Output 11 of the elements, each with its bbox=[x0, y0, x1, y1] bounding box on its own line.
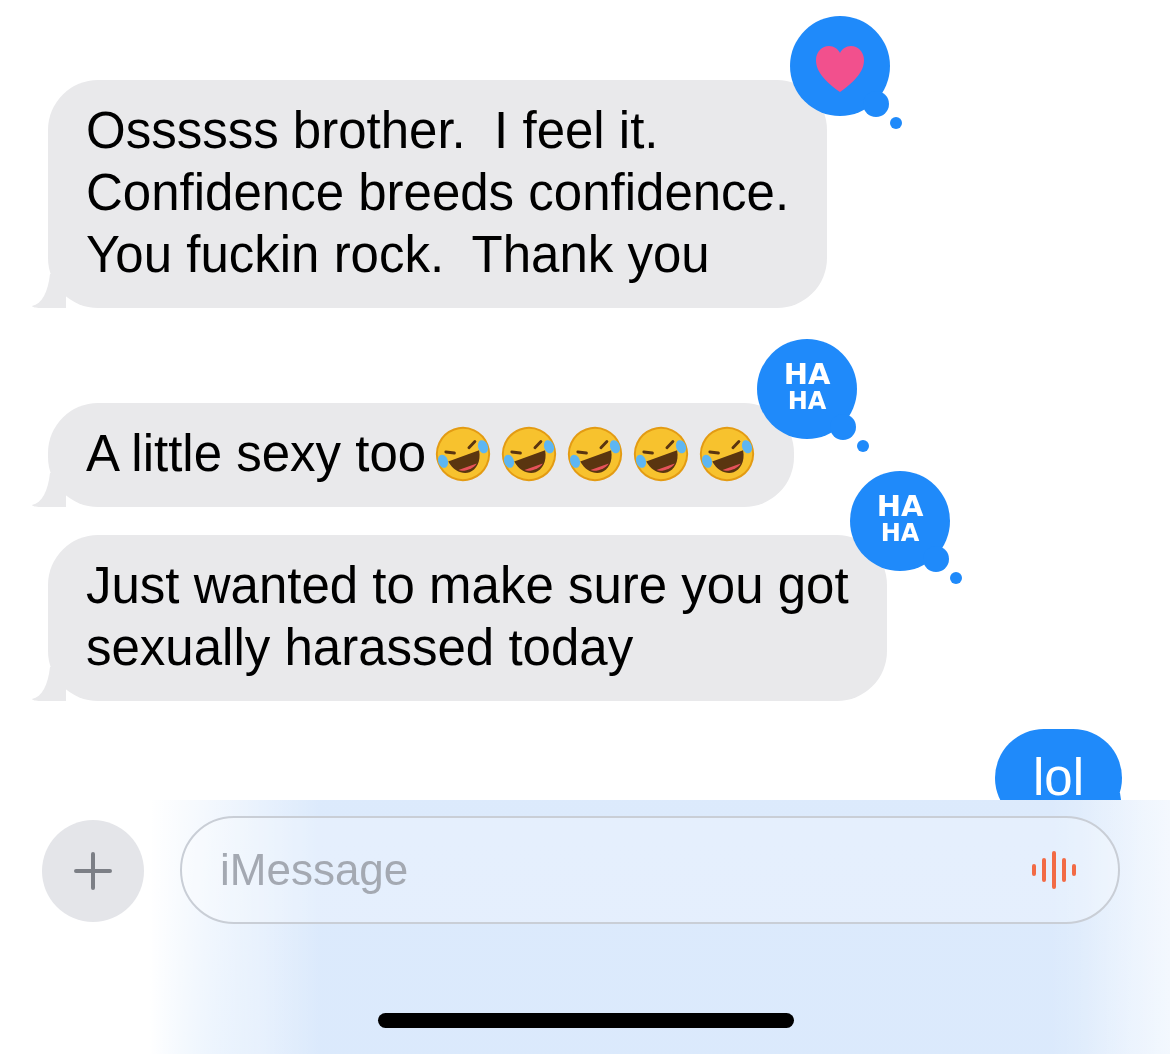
message-text: Just wanted to make sure you got sexually harassed today bbox=[86, 556, 849, 678]
message-text: A little sexy too bbox=[86, 424, 427, 484]
plus-icon bbox=[73, 851, 113, 891]
laughing-emoji-icon bbox=[698, 425, 757, 483]
laughing-emoji-icon bbox=[566, 425, 625, 483]
message-input-field[interactable]: iMessage bbox=[180, 816, 1120, 924]
laughing-emoji-icon bbox=[632, 425, 691, 483]
message-text: lol bbox=[1032, 748, 1084, 808]
laughing-emoji-icon bbox=[434, 425, 493, 483]
message-text: Ossssss brother. I feel it. Confidence breeds confidence. You fuckin rock. Thank you bbox=[86, 101, 790, 285]
laughing-emoji-icon bbox=[500, 425, 559, 483]
